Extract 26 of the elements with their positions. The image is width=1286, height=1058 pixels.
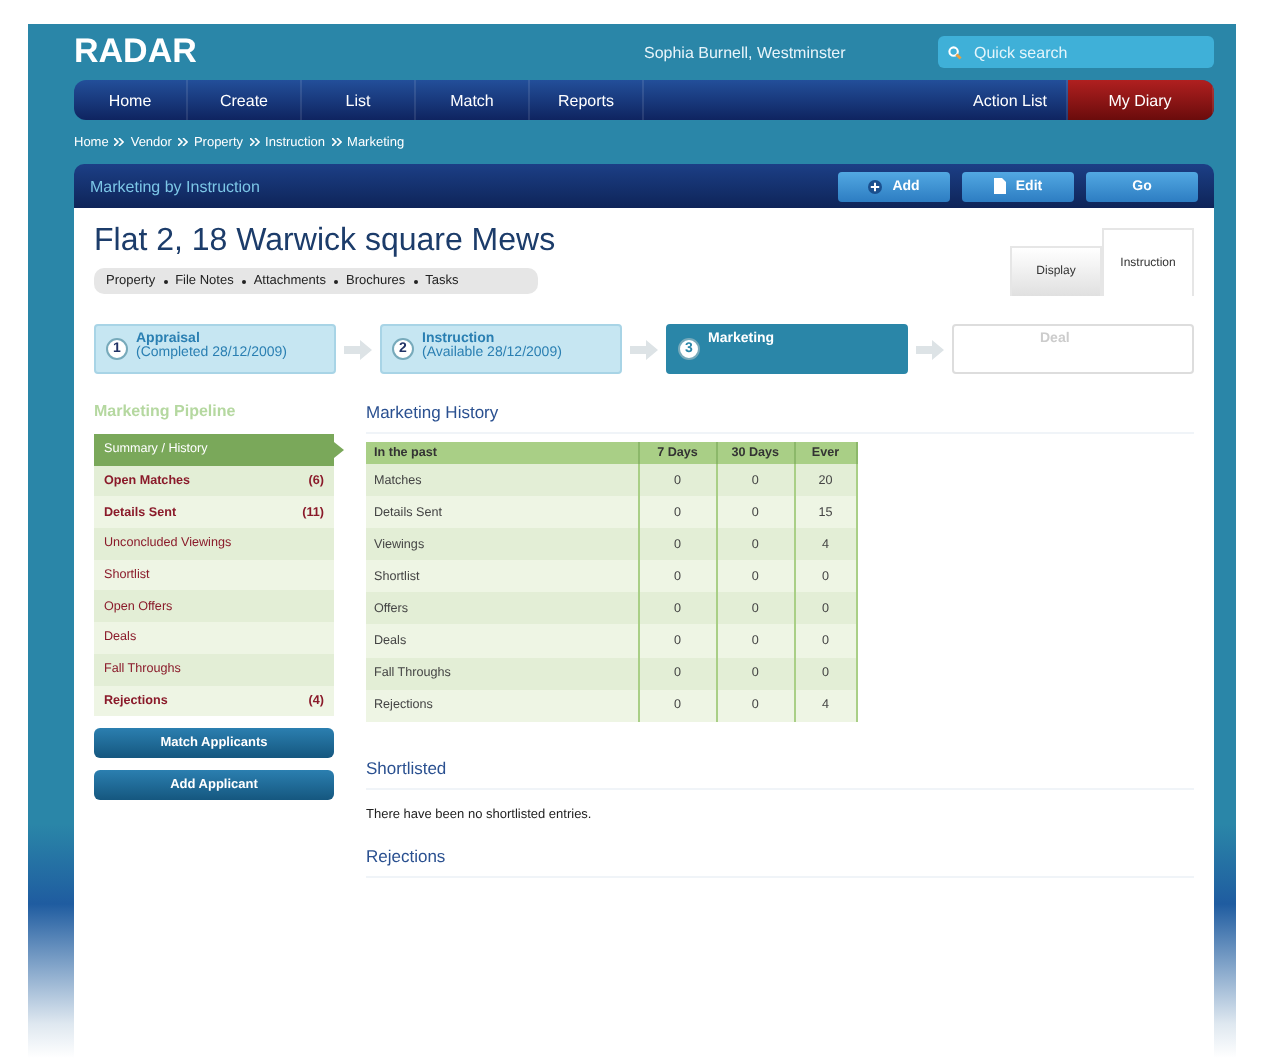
document-icon	[993, 178, 1006, 194]
step-arrow-icon	[630, 339, 658, 359]
section-heading: Rejections	[366, 845, 1194, 878]
nav-item[interactable]: Home	[74, 80, 188, 120]
chevron-icon	[177, 138, 188, 146]
app-logo: RADAR	[74, 32, 199, 72]
chevron-icon	[331, 138, 342, 146]
section-heading: Shortlisted	[366, 757, 1194, 790]
chevron-icon	[114, 138, 125, 146]
nav-item[interactable]: My Diary	[1068, 80, 1214, 120]
chevron-icon	[249, 138, 260, 146]
section-heading: Marketing History	[366, 402, 1194, 434]
search-icon	[948, 45, 962, 59]
nav-item[interactable]: Match	[416, 80, 530, 120]
step-arrow-icon	[916, 339, 944, 359]
user-name: Sophia Burnell, Westminster	[644, 43, 848, 61]
search-field[interactable]: Quick search	[970, 41, 1190, 63]
nav-item[interactable]: Create	[188, 80, 302, 120]
search-box[interactable]: Quick search	[938, 36, 1214, 68]
panel-title: Marketing by Instruction	[90, 177, 260, 195]
property-title: Flat 2, 18 Warwick square Mews	[94, 224, 556, 260]
pipeline-heading: Marketing Pipeline	[94, 402, 238, 424]
nav-item[interactable]: Reports	[530, 80, 644, 120]
step-arrow-icon	[344, 339, 372, 359]
nav-item[interactable]: List	[302, 80, 416, 120]
plus-icon	[868, 179, 883, 193]
